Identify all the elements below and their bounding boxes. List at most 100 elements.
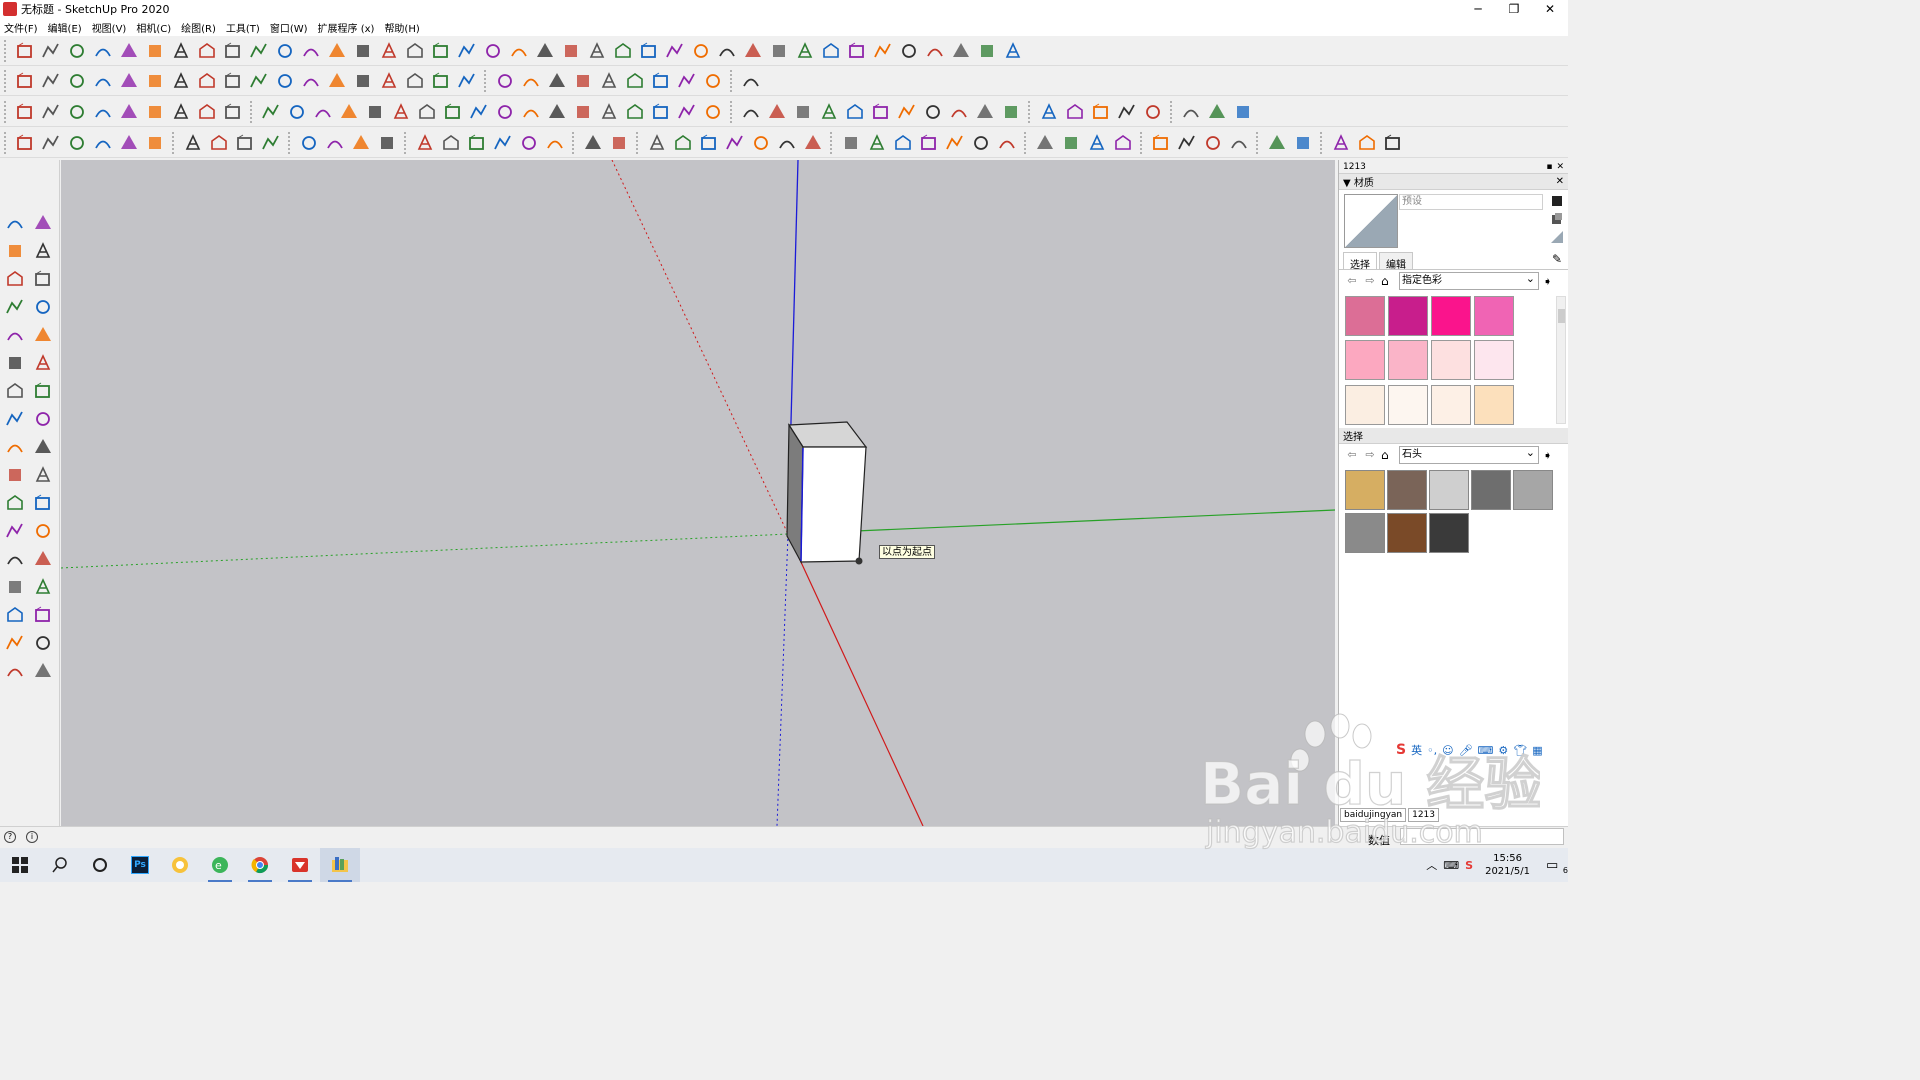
row4-tool-icon[interactable] [14,132,36,154]
row2-tool-icon[interactable] [624,70,646,92]
row1-tool-icon[interactable] [638,40,660,62]
stone-swatch[interactable] [1345,470,1385,510]
color-swatch[interactable] [1388,384,1428,425]
row2-tool-icon[interactable] [170,70,192,92]
row1-tool-icon[interactable] [456,40,478,62]
row4-tool-icon[interactable] [492,132,514,154]
ime-keyboard-icon[interactable]: ⌨ [1478,744,1494,757]
tab-select[interactable]: 选择 [1343,252,1377,271]
row1-tool-icon[interactable] [560,40,582,62]
row2-tool-icon[interactable] [650,70,672,92]
row1-tool-icon[interactable] [690,40,712,62]
row3-tool-icon[interactable] [1232,101,1254,123]
create-material-icon[interactable] [1550,212,1564,226]
row4-tool-icon[interactable] [776,132,798,154]
left-tool-icon[interactable] [4,324,26,346]
color-swatch[interactable] [1474,384,1514,425]
left-tool-icon[interactable] [32,408,54,430]
row2-tool-icon[interactable] [144,70,166,92]
row3-tool-icon[interactable] [896,101,918,123]
info-icon[interactable]: i [26,831,38,843]
row2-tool-icon[interactable] [676,70,698,92]
row1-tool-icon[interactable] [742,40,764,62]
stone-swatch[interactable] [1471,470,1511,510]
left-tool-icon[interactable] [32,548,54,570]
row3-tool-icon[interactable] [1116,101,1138,123]
row2-tool-icon[interactable] [66,70,88,92]
row4-tool-icon[interactable] [40,132,62,154]
row2-tool-icon[interactable] [248,70,270,92]
tray-close-icon[interactable]: ✕ [1556,162,1564,172]
row2-tool-icon[interactable] [326,70,348,92]
forward-icon[interactable]: ⇨ [1363,274,1377,288]
row4-tool-icon[interactable] [750,132,772,154]
tray-tab-baidujingyan[interactable]: baidujingyan [1340,808,1407,822]
row1-tool-icon[interactable] [768,40,790,62]
row3-tool-icon[interactable] [1206,101,1228,123]
row1-tool-icon[interactable] [846,40,868,62]
left-tool-icon[interactable] [4,268,26,290]
left-tool-icon[interactable] [4,548,26,570]
row3-tool-icon[interactable] [870,101,892,123]
measurements-input[interactable] [1400,828,1564,845]
row3-tool-icon[interactable] [650,101,672,123]
row4-tool-icon[interactable] [182,132,204,154]
color-swatch[interactable] [1345,340,1385,381]
row2-tool-icon[interactable] [378,70,400,92]
section-close-icon[interactable]: ✕ [1556,176,1568,187]
row1-tool-icon[interactable] [976,40,998,62]
row2-tool-icon[interactable] [300,70,322,92]
tray-tab-1213[interactable]: 1213 [1408,808,1440,822]
details-icon[interactable]: ➧ [1543,275,1552,288]
tray-overflow-icon[interactable]: ︿ [1426,857,1437,873]
home-icon[interactable]: ⌂ [1381,448,1395,462]
stone-swatch[interactable] [1429,513,1469,553]
row3-tool-icon[interactable] [468,101,490,123]
row3-tool-icon[interactable] [948,101,970,123]
back-icon[interactable]: ⇦ [1345,274,1359,288]
left-tool-icon[interactable] [32,492,54,514]
row4-tool-icon[interactable] [350,132,372,154]
row1-tool-icon[interactable] [248,40,270,62]
row1-tool-icon[interactable] [300,40,322,62]
row2-tool-icon[interactable] [404,70,426,92]
row3-tool-icon[interactable] [286,101,308,123]
row1-tool-icon[interactable] [144,40,166,62]
row1-tool-icon[interactable] [664,40,686,62]
row3-tool-icon[interactable] [118,101,140,123]
row3-tool-icon[interactable] [1038,101,1060,123]
row4-tool-icon[interactable] [1382,132,1404,154]
color-swatch[interactable] [1431,340,1471,381]
row3-tool-icon[interactable] [196,101,218,123]
row2-tool-icon[interactable] [222,70,244,92]
row3-tool-icon[interactable] [494,101,516,123]
row1-tool-icon[interactable] [326,40,348,62]
row3-tool-icon[interactable] [546,101,568,123]
files-taskbar-button[interactable] [320,848,360,882]
maximize-button[interactable]: ❐ [1496,0,1532,18]
home-icon[interactable]: ⌂ [1381,274,1395,288]
row4-tool-icon[interactable] [260,132,282,154]
row3-tool-icon[interactable] [520,101,542,123]
row3-tool-icon[interactable] [312,101,334,123]
left-tool-icon[interactable] [32,296,54,318]
scene-canvas[interactable] [61,160,1335,826]
color-swatch[interactable] [1345,296,1385,336]
row3-tool-icon[interactable] [1180,101,1202,123]
toolbar-grip[interactable] [4,39,10,62]
swatch-scrollbar[interactable] [1556,296,1566,424]
left-tool-icon[interactable] [32,660,54,682]
menu-window[interactable]: 窗口(W) [270,20,308,35]
display-secondary-icon[interactable] [1550,194,1564,208]
row4-tool-icon[interactable] [118,132,140,154]
row2-tool-icon[interactable] [702,70,724,92]
row2-tool-icon[interactable] [14,70,36,92]
row3-tool-icon[interactable] [1090,101,1112,123]
left-tool-icon[interactable] [32,604,54,626]
left-tool-icon[interactable] [32,352,54,374]
row3-tool-icon[interactable] [170,101,192,123]
row2-tool-icon[interactable] [352,70,374,92]
row2-tool-icon[interactable] [740,70,762,92]
color-swatch[interactable] [1431,296,1471,336]
row4-tool-icon[interactable] [970,132,992,154]
